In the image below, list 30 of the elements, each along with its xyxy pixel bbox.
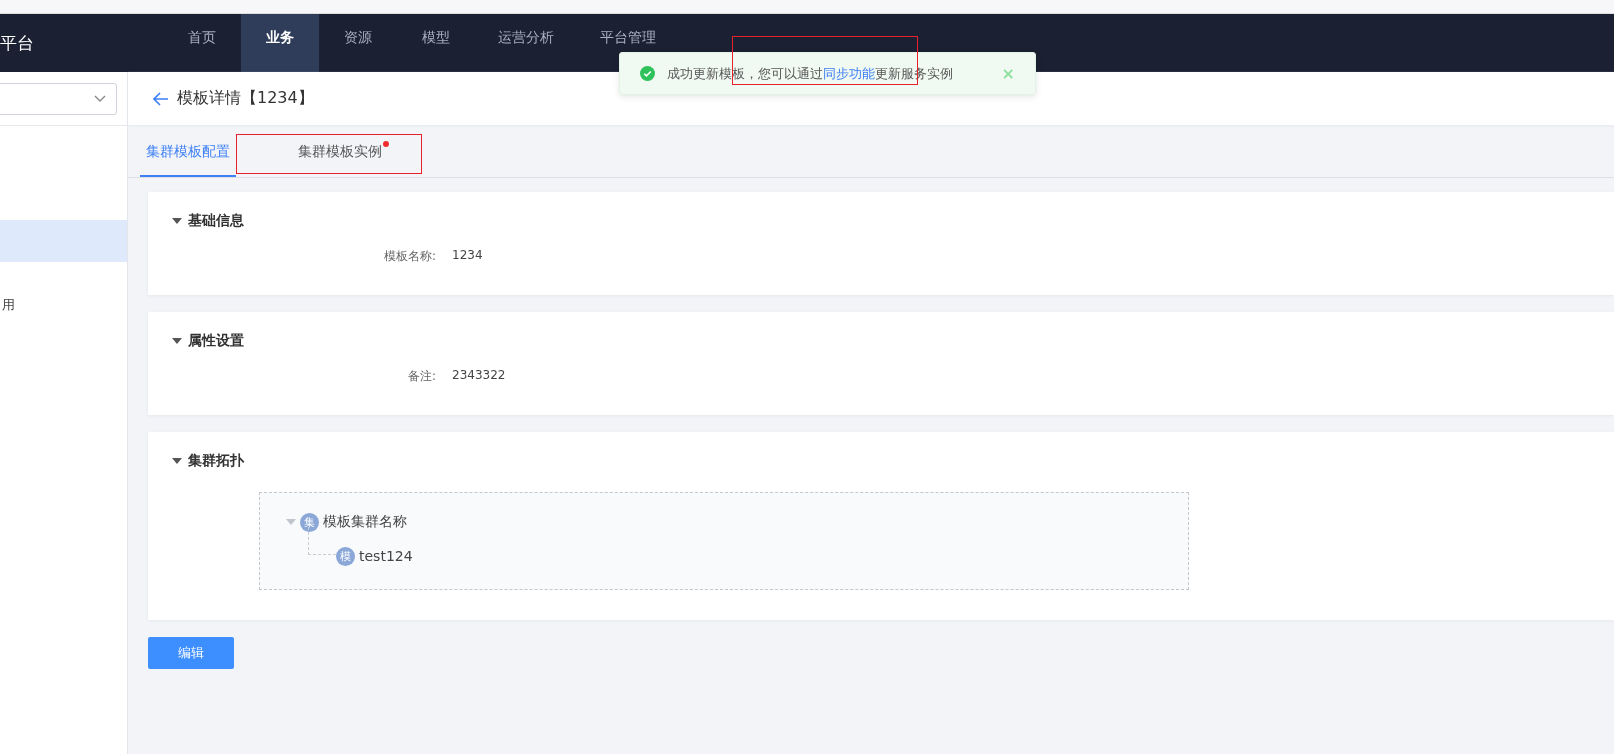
tab[interactable]: 集群模板实例	[292, 129, 388, 177]
sync-link[interactable]: 同步功能	[823, 65, 875, 81]
tree-connector	[308, 527, 336, 555]
field-value: 2343322	[452, 368, 506, 384]
field-label: 备注:	[406, 368, 436, 385]
collapse-triangle-icon[interactable]	[172, 217, 182, 225]
success-check-icon	[640, 66, 655, 81]
field-label: 模板名称:	[382, 248, 436, 265]
nav-item[interactable]: 模型	[397, 14, 475, 72]
tab[interactable]: 集群模板配置	[140, 129, 236, 177]
select-field[interactable]	[0, 83, 117, 115]
collapse-triangle-icon[interactable]	[172, 337, 182, 345]
field-value: 1234	[452, 248, 483, 264]
tree-node-label[interactable]: test124	[359, 548, 413, 564]
node-badge: 模	[336, 546, 355, 566]
section-title: 集群拓扑	[188, 452, 244, 470]
page-title: 模板详情【1234】	[177, 88, 314, 109]
sidebar-item[interactable]: 用	[0, 284, 127, 326]
section-title: 基础信息	[188, 212, 244, 230]
nav-item[interactable]: 首页	[163, 14, 241, 72]
brand-title: 平台	[0, 31, 35, 55]
collapse-triangle-icon[interactable]	[172, 457, 182, 465]
nav-item[interactable]: 资源	[319, 14, 397, 72]
back-arrow-icon[interactable]	[153, 91, 169, 106]
nav-item[interactable]: 运营分析	[475, 14, 577, 72]
chevron-down-icon	[94, 95, 106, 103]
section-title: 属性设置	[188, 332, 244, 350]
node-badge: 集	[300, 512, 319, 532]
nav-item[interactable]: 业务	[241, 14, 319, 72]
tree-node-label[interactable]: 模板集群名称	[323, 513, 407, 531]
